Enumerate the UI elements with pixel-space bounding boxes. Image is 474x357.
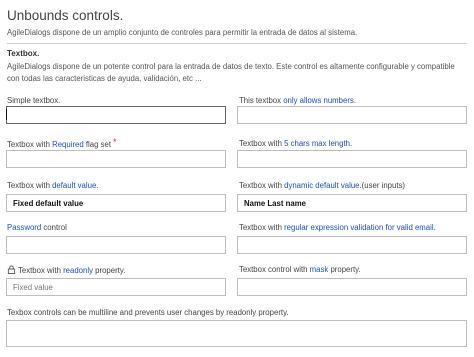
label-highlight: only allows numbers (283, 96, 354, 105)
label-suffix: . (353, 96, 357, 105)
label-highlight: readonly (63, 266, 93, 275)
required-textbox-label: Textbox with Required flag set * (7, 137, 117, 149)
page-description: AgileDialogs dispone de un amplio conjun… (7, 28, 358, 37)
label-suffix: . (349, 139, 353, 148)
label-text: Textbox with (7, 181, 53, 190)
label-text: This textbox (239, 96, 284, 105)
label-text: Textbox with (239, 181, 285, 190)
label-highlight: default value (52, 181, 97, 190)
email-regex-textbox[interactable] (237, 236, 467, 254)
section-title: Textbox. (7, 49, 40, 58)
maxlength-textbox[interactable] (237, 150, 467, 168)
label-highlight: mask (309, 265, 329, 274)
label-suffix: . (96, 181, 99, 190)
numbers-textbox-label: This textbox only allows numbers. (239, 96, 356, 105)
label-text: Textbox control with (239, 265, 310, 274)
label-highlight: Required (52, 140, 84, 149)
required-marker: * (113, 137, 117, 147)
divider (7, 43, 467, 44)
default-value-textbox[interactable] (6, 194, 226, 212)
text-cursor (6, 109, 7, 120)
multiline-textbox[interactable] (6, 320, 467, 347)
label-highlight: 5 chars max length (284, 139, 350, 148)
label-highlight: Password (7, 223, 42, 232)
readonly-textbox[interactable] (6, 278, 226, 296)
simple-textbox[interactable] (6, 106, 226, 124)
dynamic-textbox-label: Textbox with dynamic default value.(user… (239, 181, 405, 190)
section-description: AgileDialogs dispone de un potente contr… (7, 62, 455, 83)
dynamic-value-textbox[interactable] (237, 194, 467, 212)
label-text: Textbox with (239, 139, 285, 148)
label-highlight: regular expression validation for valid … (284, 223, 434, 232)
multiline-textbox-label: Texbox controls can be multiline and pre… (7, 308, 289, 317)
default-textbox-label: Textbox with default value. (7, 181, 98, 190)
password-field[interactable] (6, 236, 226, 254)
label-suffix: control (41, 223, 67, 232)
page-title: Unbounds controls. (7, 8, 124, 23)
readonly-textbox-label: Textbox with readonly property. (7, 265, 125, 275)
label-suffix: property. (328, 265, 361, 274)
regex-textbox-label: Textbox with regular expression validati… (239, 223, 436, 232)
required-textbox[interactable] (6, 150, 226, 168)
label-text: Textbox with (18, 266, 64, 275)
mask-textbox-label: Textbox control with mask property. (239, 265, 361, 274)
simple-textbox-label: Simple textbox. (7, 96, 61, 105)
label-text: Textbox with (239, 223, 285, 232)
label-suffix: .(user inputs) (359, 181, 406, 190)
label-suffix: . (433, 223, 436, 232)
mask-textbox[interactable] (237, 278, 467, 296)
label-text: Textbox with (7, 140, 53, 149)
label-highlight: dynamic default value (284, 181, 360, 190)
lock-icon (7, 265, 16, 274)
label-suffix: flag set (83, 140, 112, 149)
maxlength-textbox-label: Textbox with 5 chars max length. (239, 139, 352, 148)
password-label: Password control (7, 223, 67, 232)
label-suffix: property. (93, 266, 126, 275)
numbers-textbox[interactable] (237, 106, 467, 124)
